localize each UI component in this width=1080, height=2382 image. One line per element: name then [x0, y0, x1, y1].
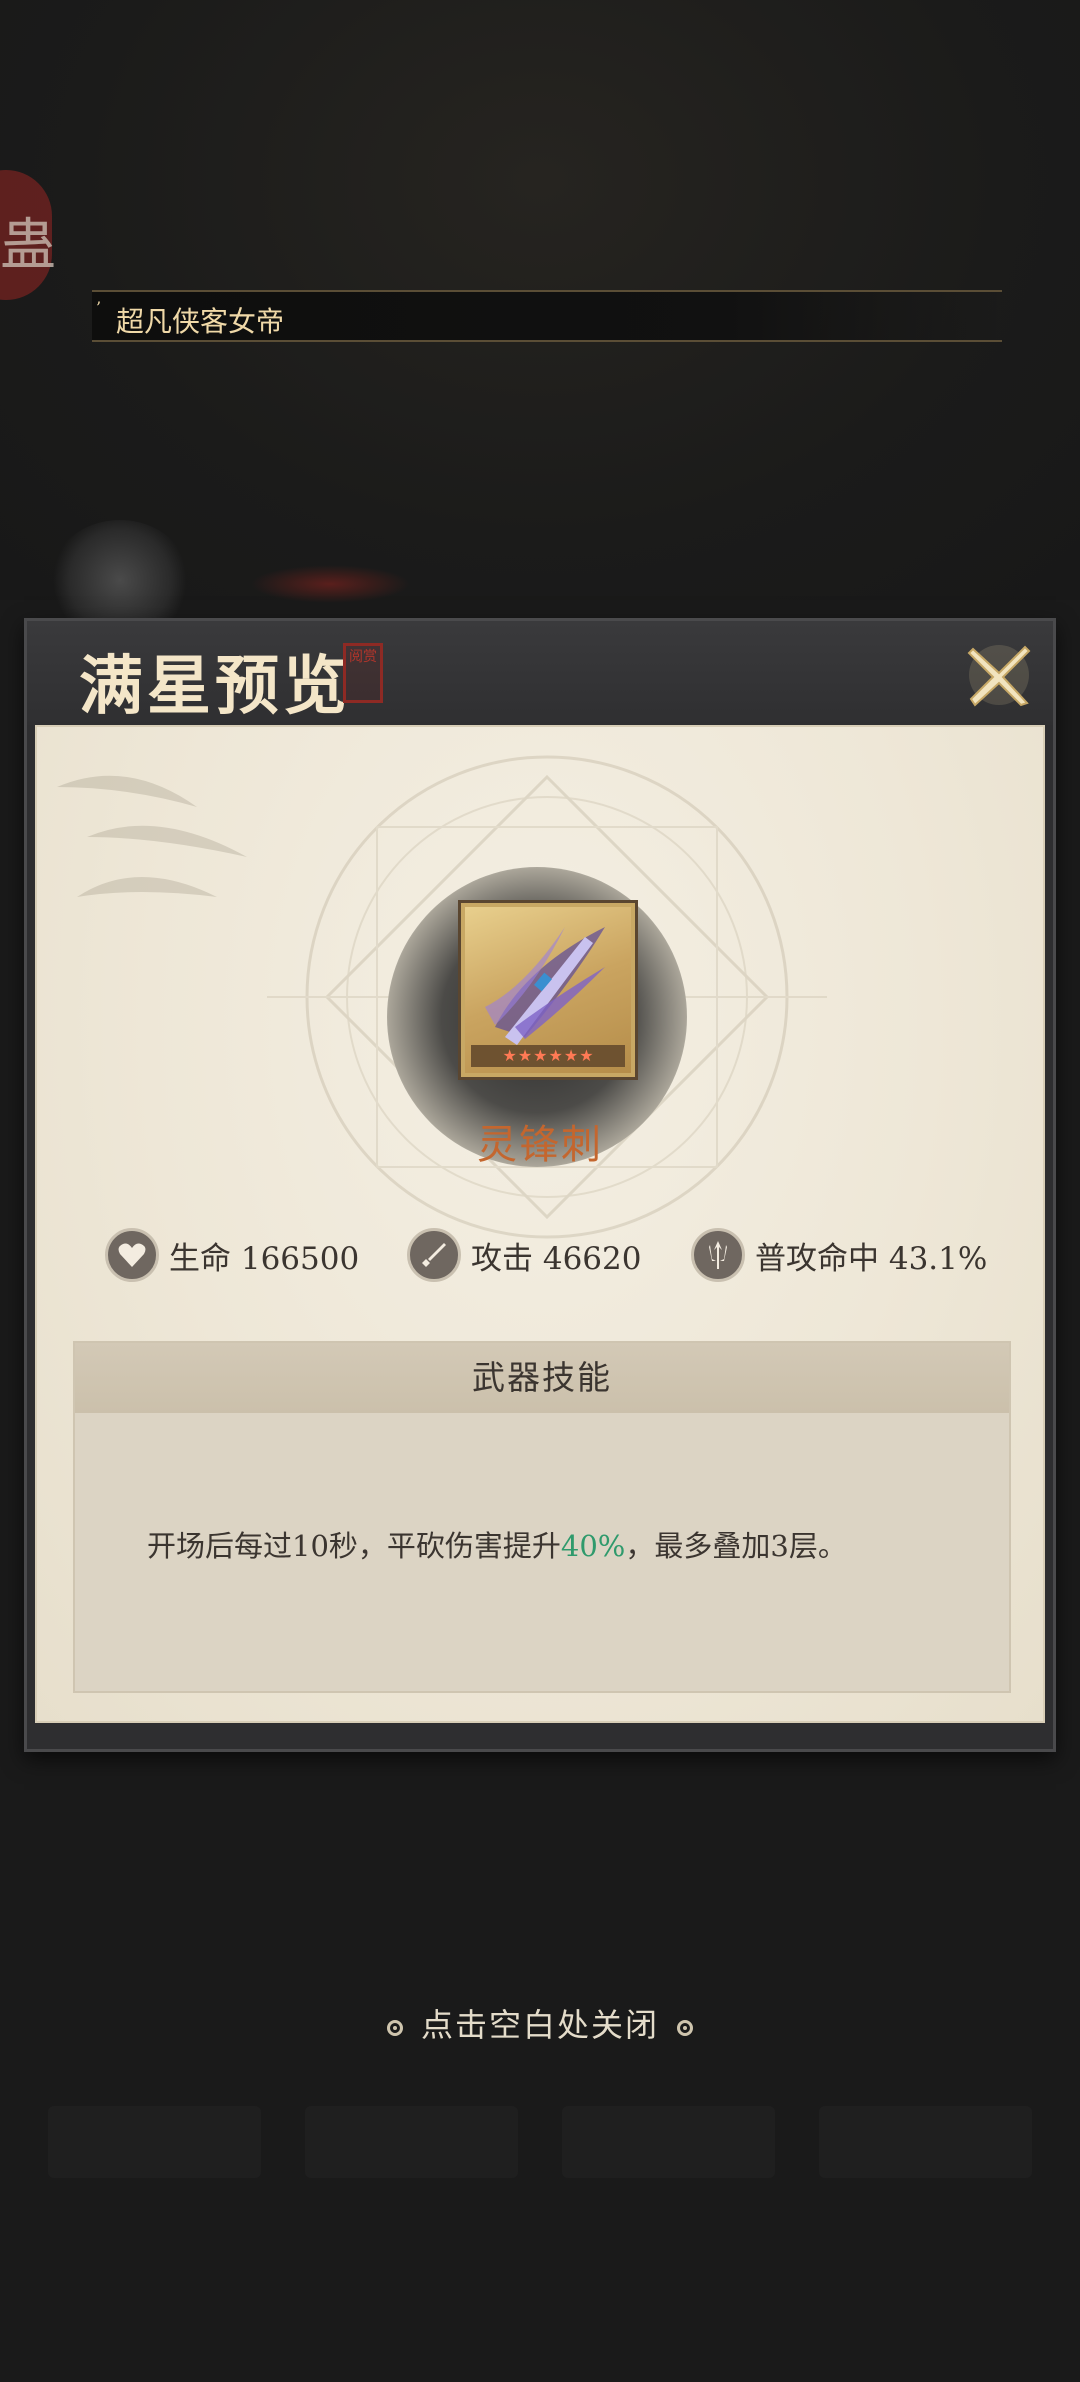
stat-hit: 普攻命中 43.1% — [691, 1225, 987, 1285]
dimmed-bottom-buttons — [48, 2106, 1032, 2178]
stat-hp-text: 生命 166500 — [169, 1240, 360, 1277]
tap-to-close-hint[interactable]: 点击空白处关闭 — [0, 2000, 1080, 2046]
title-seal: 阅赏 — [343, 643, 383, 703]
star-icon: ★ — [502, 1046, 517, 1065]
preview-panel: ★ ★ ★ ★ ★ ★ 灵锋刺 生命 166500 攻击 46620 普攻命中 … — [35, 725, 1045, 1723]
star-rating: ★ ★ ★ ★ ★ ★ — [471, 1045, 625, 1067]
dimmed-button-slot — [48, 2106, 261, 2178]
full-star-preview-modal: 满星预览 阅赏 ★ ★ ★ ★ ★ ★ 灵锋刺 生命 166500 攻击 466… — [24, 618, 1056, 1752]
weapon-skill-header: 武器技能 — [75, 1343, 1009, 1413]
star-icon: ★ — [579, 1046, 594, 1065]
stat-hit-text: 普攻命中 43.1% — [755, 1240, 988, 1277]
hint-left-dot-icon — [386, 2019, 403, 2036]
star-icon: ★ — [563, 1046, 579, 1065]
hint-text: 点击空白处关闭 — [420, 2006, 659, 2044]
hint-right-dot-icon — [677, 2019, 693, 2036]
skill-desc-part2: ，最多叠加3层。 — [625, 1529, 847, 1563]
announcement-banner: ’ 超凡侠客女帝 — [92, 290, 1002, 342]
sword-icon — [407, 1228, 461, 1282]
modal-title: 满星预览 — [79, 649, 351, 724]
red-ink-decoration — [250, 565, 410, 603]
close-x-icon — [967, 645, 1031, 707]
skill-desc-highlight: 40% — [560, 1529, 626, 1563]
dimmed-button-slot — [562, 2106, 775, 2178]
background-seal-char: 蛊 — [0, 213, 56, 278]
heart-icon — [105, 1228, 159, 1282]
stat-hp: 生命 166500 — [105, 1225, 359, 1285]
star-icon: ★ — [533, 1046, 548, 1065]
banner-tick-icon: ’ — [96, 298, 102, 317]
stat-attack-text: 攻击 46620 — [471, 1240, 642, 1277]
modal-header: 满星预览 阅赏 — [27, 621, 1053, 725]
trident-icon — [691, 1228, 745, 1282]
dimmed-button-slot — [819, 2106, 1032, 2178]
stat-attack: 攻击 46620 — [407, 1225, 641, 1285]
star-icon: ★ — [548, 1046, 563, 1065]
weapon-skill-box: 武器技能 开场后每过10秒，平砍伤害提升40%，最多叠加3层。 — [73, 1341, 1011, 1693]
background-seal: 蛊 — [0, 170, 56, 300]
bamboo-leaf-decoration — [57, 775, 247, 897]
weapon-skill-description: 开场后每过10秒，平砍伤害提升40%，最多叠加3层。 — [147, 1523, 847, 1565]
close-button[interactable] — [959, 635, 1039, 715]
game-screen[interactable]: 蛊 ’ 超凡侠客女帝 满星预览 阅赏 ★ ★ ★ ★ ★ ★ 灵锋刺 生命 16… — [0, 0, 1080, 2382]
banner-text: 超凡侠客女帝 — [116, 305, 285, 338]
skill-desc-part1: 开场后每过10秒，平砍伤害提升 — [147, 1529, 561, 1563]
dimmed-button-slot — [305, 2106, 518, 2178]
weapon-item-frame[interactable]: ★ ★ ★ ★ ★ ★ — [461, 903, 635, 1077]
star-icon: ★ — [517, 1046, 533, 1065]
weapon-name: 灵锋刺 — [477, 1122, 603, 1168]
